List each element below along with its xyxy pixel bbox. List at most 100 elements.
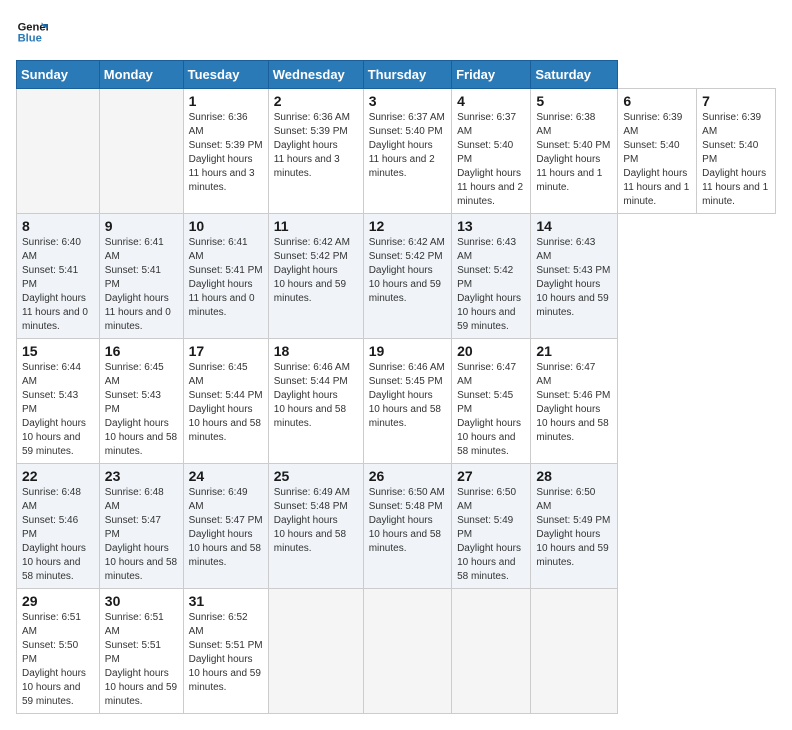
calendar-cell: 22 Sunrise: 6:48 AMSunset: 5:46 PMDayligh…: [17, 464, 100, 589]
day-number: 14: [536, 218, 612, 234]
day-info: Sunrise: 6:38 AMSunset: 5:40 PMDaylight …: [536, 111, 612, 195]
header-thursday: Thursday: [363, 61, 451, 89]
day-number: 22: [22, 468, 94, 484]
day-info: Sunrise: 6:42 AMSunset: 5:42 PMDaylight …: [274, 236, 358, 306]
calendar-week-row: 22 Sunrise: 6:48 AMSunset: 5:46 PMDayligh…: [17, 464, 776, 589]
day-number: 27: [457, 468, 525, 484]
day-number: 8: [22, 218, 94, 234]
day-info: Sunrise: 6:48 AMSunset: 5:47 PMDaylight …: [105, 486, 178, 584]
day-info: Sunrise: 6:51 AMSunset: 5:51 PMDaylight …: [105, 611, 178, 709]
day-number: 4: [457, 93, 525, 109]
calendar-cell: 9 Sunrise: 6:41 AMSunset: 5:41 PMDaylight…: [99, 214, 183, 339]
day-info: Sunrise: 6:41 AMSunset: 5:41 PMDaylight …: [105, 236, 178, 334]
calendar-week-row: 15Sunrise: 6:44 AMSunset: 5:43 PMDayligh…: [17, 339, 776, 464]
calendar-cell: 20 Sunrise: 6:47 AMSunset: 5:45 PMDayligh…: [452, 339, 531, 464]
calendar-cell: 15Sunrise: 6:44 AMSunset: 5:43 PMDayligh…: [17, 339, 100, 464]
day-number: 9: [105, 218, 178, 234]
day-info: Sunrise: 6:47 AMSunset: 5:46 PMDaylight …: [536, 361, 612, 445]
logo: General Blue: [16, 16, 48, 48]
day-number: 7: [702, 93, 770, 109]
day-number: 12: [369, 218, 446, 234]
day-number: 5: [536, 93, 612, 109]
day-number: 23: [105, 468, 178, 484]
day-number: 19: [369, 343, 446, 359]
day-number: 26: [369, 468, 446, 484]
calendar-cell: 17Sunrise: 6:45 AMSunset: 5:44 PMDayligh…: [183, 339, 268, 464]
day-info: Sunrise: 6:45 AMSunset: 5:44 PMDaylight …: [189, 361, 263, 445]
day-info: Sunrise: 6:46 AMSunset: 5:44 PMDaylight …: [274, 361, 358, 431]
day-info: Sunrise: 6:41 AMSunset: 5:41 PMDaylight …: [189, 236, 263, 320]
calendar-cell: 7 Sunrise: 6:39 AMSunset: 5:40 PMDaylight…: [697, 89, 776, 214]
calendar-cell: [99, 89, 183, 214]
calendar-cell: 19Sunrise: 6:46 AMSunset: 5:45 PMDayligh…: [363, 339, 451, 464]
svg-text:Blue: Blue: [18, 33, 42, 45]
day-info: Sunrise: 6:52 AMSunset: 5:51 PMDaylight …: [189, 611, 263, 695]
calendar-cell: 21 Sunrise: 6:47 AMSunset: 5:46 PMDayligh…: [531, 339, 618, 464]
day-number: 16: [105, 343, 178, 359]
day-number: 1: [189, 93, 263, 109]
day-number: 20: [457, 343, 525, 359]
calendar-cell: [17, 89, 100, 214]
day-info: Sunrise: 6:48 AMSunset: 5:46 PMDaylight …: [22, 486, 94, 584]
calendar-cell: [531, 589, 618, 714]
calendar-cell: 16 Sunrise: 6:45 AMSunset: 5:43 PMDayligh…: [99, 339, 183, 464]
calendar-table: SundayMondayTuesdayWednesdayThursdayFrid…: [16, 60, 776, 714]
calendar-cell: 3 Sunrise: 6:37 AMSunset: 5:40 PMDaylight…: [363, 89, 451, 214]
calendar-cell: 24 Sunrise: 6:49 AMSunset: 5:47 PMDayligh…: [183, 464, 268, 589]
day-number: 2: [274, 93, 358, 109]
calendar-cell: 18Sunrise: 6:46 AMSunset: 5:44 PMDayligh…: [268, 339, 363, 464]
header-saturday: Saturday: [531, 61, 618, 89]
day-info: Sunrise: 6:43 AMSunset: 5:43 PMDaylight …: [536, 236, 612, 320]
day-info: Sunrise: 6:39 AMSunset: 5:40 PMDaylight …: [702, 111, 770, 209]
calendar-cell: 30 Sunrise: 6:51 AMSunset: 5:51 PMDayligh…: [99, 589, 183, 714]
calendar-cell: [452, 589, 531, 714]
day-info: Sunrise: 6:50 AMSunset: 5:48 PMDaylight …: [369, 486, 446, 556]
calendar-cell: 2 Sunrise: 6:36 AMSunset: 5:39 PMDaylight…: [268, 89, 363, 214]
page-header: General Blue: [16, 16, 776, 48]
day-info: Sunrise: 6:49 AMSunset: 5:48 PMDaylight …: [274, 486, 358, 556]
logo-icon: General Blue: [16, 16, 48, 48]
calendar-week-row: 1 Sunrise: 6:36 AMSunset: 5:39 PMDaylight…: [17, 89, 776, 214]
calendar-week-row: 8Sunrise: 6:40 AMSunset: 5:41 PMDaylight…: [17, 214, 776, 339]
calendar-cell: 10 Sunrise: 6:41 AMSunset: 5:41 PMDayligh…: [183, 214, 268, 339]
calendar-cell: 5 Sunrise: 6:38 AMSunset: 5:40 PMDaylight…: [531, 89, 618, 214]
day-number: 10: [189, 218, 263, 234]
header-sunday: Sunday: [17, 61, 100, 89]
day-info: Sunrise: 6:37 AMSunset: 5:40 PMDaylight …: [457, 111, 525, 209]
header-tuesday: Tuesday: [183, 61, 268, 89]
calendar-cell: 14 Sunrise: 6:43 AMSunset: 5:43 PMDayligh…: [531, 214, 618, 339]
day-number: 31: [189, 593, 263, 609]
calendar-cell: 31 Sunrise: 6:52 AMSunset: 5:51 PMDayligh…: [183, 589, 268, 714]
day-number: 24: [189, 468, 263, 484]
day-number: 29: [22, 593, 94, 609]
day-info: Sunrise: 6:37 AMSunset: 5:40 PMDaylight …: [369, 111, 446, 181]
day-number: 28: [536, 468, 612, 484]
calendar-cell: 27 Sunrise: 6:50 AMSunset: 5:49 PMDayligh…: [452, 464, 531, 589]
calendar-cell: 25 Sunrise: 6:49 AMSunset: 5:48 PMDayligh…: [268, 464, 363, 589]
day-number: 21: [536, 343, 612, 359]
day-number: 6: [623, 93, 691, 109]
svg-text:General: General: [18, 21, 48, 33]
calendar-cell: 29Sunrise: 6:51 AMSunset: 5:50 PMDayligh…: [17, 589, 100, 714]
calendar-cell: [363, 589, 451, 714]
day-number: 3: [369, 93, 446, 109]
calendar-header-row: SundayMondayTuesdayWednesdayThursdayFrid…: [17, 61, 776, 89]
calendar-cell: 11Sunrise: 6:42 AMSunset: 5:42 PMDayligh…: [268, 214, 363, 339]
header-wednesday: Wednesday: [268, 61, 363, 89]
day-number: 25: [274, 468, 358, 484]
day-info: Sunrise: 6:50 AMSunset: 5:49 PMDaylight …: [457, 486, 525, 584]
day-info: Sunrise: 6:36 AMSunset: 5:39 PMDaylight …: [189, 111, 263, 195]
day-info: Sunrise: 6:43 AMSunset: 5:42 PMDaylight …: [457, 236, 525, 334]
calendar-cell: 4 Sunrise: 6:37 AMSunset: 5:40 PMDaylight…: [452, 89, 531, 214]
day-info: Sunrise: 6:49 AMSunset: 5:47 PMDaylight …: [189, 486, 263, 570]
day-number: 30: [105, 593, 178, 609]
calendar-cell: 28Sunrise: 6:50 AMSunset: 5:49 PMDayligh…: [531, 464, 618, 589]
day-info: Sunrise: 6:39 AMSunset: 5:40 PMDaylight …: [623, 111, 691, 209]
day-info: Sunrise: 6:36 AMSunset: 5:39 PMDaylight …: [274, 111, 358, 181]
day-info: Sunrise: 6:42 AMSunset: 5:42 PMDaylight …: [369, 236, 446, 306]
calendar-cell: 8Sunrise: 6:40 AMSunset: 5:41 PMDaylight…: [17, 214, 100, 339]
day-info: Sunrise: 6:47 AMSunset: 5:45 PMDaylight …: [457, 361, 525, 459]
calendar-cell: 1 Sunrise: 6:36 AMSunset: 5:39 PMDaylight…: [183, 89, 268, 214]
day-number: 13: [457, 218, 525, 234]
day-info: Sunrise: 6:45 AMSunset: 5:43 PMDaylight …: [105, 361, 178, 459]
